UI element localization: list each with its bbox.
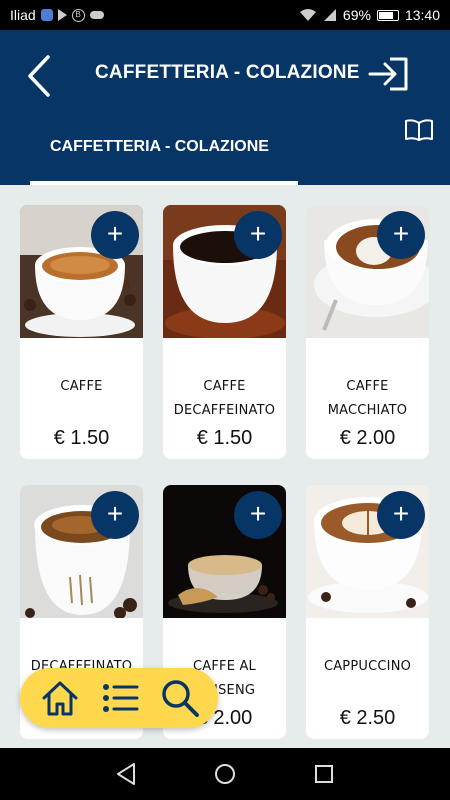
list-icon	[103, 684, 139, 712]
carrier-label: Iliad	[10, 7, 36, 23]
floating-toolbar	[20, 668, 218, 728]
back-button[interactable]	[22, 54, 58, 98]
home-circle-icon	[215, 764, 235, 784]
status-left: Iliad B	[10, 7, 104, 23]
home-icon	[42, 681, 78, 716]
add-to-cart-button[interactable]: +	[234, 491, 282, 539]
page-title: CAFFETTERIA - COLAZIONE	[95, 62, 360, 83]
product-price: € 2.00	[339, 427, 396, 449]
cloud-notification-icon	[89, 11, 104, 19]
product-price: € 1.50	[196, 427, 253, 449]
status-right: 69% 13:40	[299, 7, 440, 23]
logout-button[interactable]	[368, 56, 410, 92]
logout-icon	[368, 57, 408, 91]
signal-icon	[323, 9, 336, 21]
add-to-cart-button[interactable]: +	[377, 211, 425, 259]
add-to-cart-button[interactable]: +	[234, 211, 282, 259]
product-price: € 1.50	[53, 427, 110, 449]
clock: 13:40	[404, 7, 440, 23]
product-price: € 2.50	[339, 707, 396, 729]
product-name: CAFFE	[60, 379, 103, 394]
nav-recents-button[interactable]	[310, 760, 338, 788]
wifi-icon	[299, 9, 316, 21]
chevron-left-icon	[28, 55, 50, 97]
system-navigation-bar	[0, 748, 450, 800]
play-store-notification-icon	[57, 9, 67, 21]
product-name: CAPPUCCINO	[323, 659, 412, 674]
app-header: CAFFETTERIA - COLAZIONE CAFFETTERIA - CO…	[0, 30, 450, 185]
add-to-cart-button[interactable]: +	[377, 491, 425, 539]
product-name: CAFFE DECAFFEINATO	[173, 379, 276, 418]
battery-percent: 69%	[342, 7, 371, 23]
add-to-cart-button[interactable]: +	[91, 211, 139, 259]
product-name: CAFFE MACCHIATO	[327, 379, 408, 418]
product-grid: + CAFFE € 1.50 + CAFFE DECAFFEINATO € 1.…	[0, 185, 450, 748]
product-card[interactable]: + CAFFE € 1.50	[20, 205, 143, 459]
open-book-icon	[405, 119, 433, 141]
home-button[interactable]	[40, 678, 80, 718]
status-bar: Iliad B 69% 13:40	[0, 0, 450, 30]
shield-notification-icon	[40, 9, 53, 21]
add-to-cart-button[interactable]: +	[91, 491, 139, 539]
search-button[interactable]	[160, 678, 200, 718]
recents-square-icon	[315, 765, 333, 783]
battery-icon	[376, 9, 399, 21]
menu-book-button[interactable]	[404, 118, 434, 142]
tab-caffetteria-colazione[interactable]: CAFFETTERIA - COLAZIONE	[30, 130, 298, 185]
product-card[interactable]: + CAFFE DECAFFEINATO € 1.50	[163, 205, 286, 459]
list-button[interactable]	[100, 678, 140, 718]
product-card[interactable]: + CAFFE MACCHIATO € 2.00	[306, 205, 429, 459]
tab-label: CAFFETTERIA - COLAZIONE	[50, 138, 269, 155]
nav-home-button[interactable]	[211, 760, 239, 788]
product-card[interactable]: + CAPPUCCINO € 2.50	[306, 485, 429, 739]
search-icon	[162, 680, 199, 717]
back-triangle-icon	[117, 763, 135, 785]
b-notification-icon: B	[71, 8, 85, 22]
nav-back-button[interactable]	[112, 760, 140, 788]
